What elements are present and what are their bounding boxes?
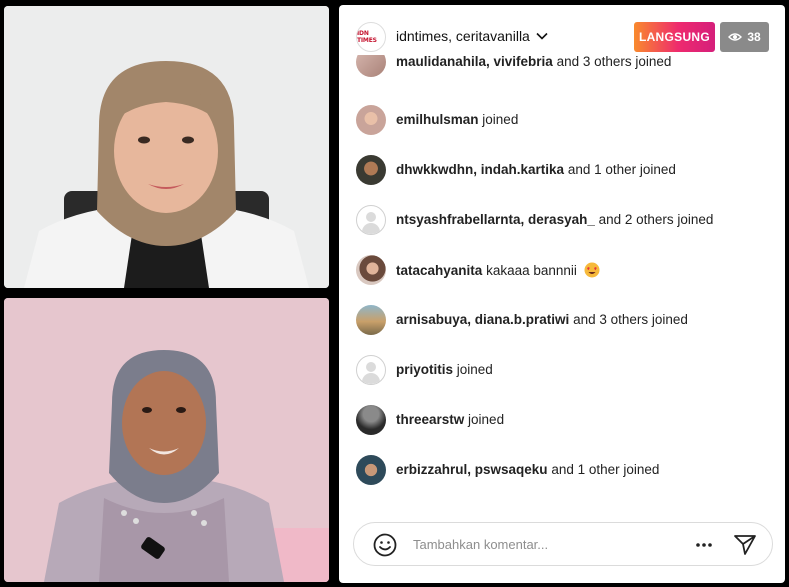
host-avatar[interactable]: IDN TIMES: [356, 22, 386, 52]
more-options-icon[interactable]: [694, 536, 714, 554]
eye-icon: [728, 33, 743, 41]
comment-input[interactable]: Tambahkan komentar...: [413, 537, 548, 552]
comment-text: joined: [456, 362, 493, 377]
list-item: ntsyashfrabellarnta, derasyah_ and 2 oth…: [339, 205, 785, 245]
live-badge: LANGSUNG: [634, 22, 715, 52]
host-video-image: [4, 6, 329, 288]
send-icon[interactable]: [732, 532, 758, 558]
comment-user[interactable]: tatacahyanita: [396, 263, 482, 278]
guest-video-image: [4, 298, 329, 582]
list-item: tatacahyanita kakaaa bannnii: [339, 255, 785, 295]
list-item: emilhulsman joined: [339, 105, 785, 145]
comment-user[interactable]: priyotitis: [396, 362, 453, 377]
viewer-count-badge[interactable]: 38: [720, 22, 769, 52]
user-avatar[interactable]: [356, 405, 386, 435]
emoji-picker-icon[interactable]: [373, 533, 397, 557]
guest-video-tile: [4, 298, 329, 582]
comment-text: joined: [468, 412, 505, 427]
list-item: erbizzahrul, pswsaqeku and 1 other joine…: [339, 455, 785, 495]
list-item: priyotitis joined: [339, 355, 785, 395]
comment-text: and 1 other joined: [567, 162, 676, 177]
list-item: dhwkkwdhn, indah.kartika and 1 other joi…: [339, 155, 785, 195]
comment-text: and 2 others joined: [598, 212, 714, 227]
list-item: threearstw joined: [339, 405, 785, 445]
chevron-down-icon[interactable]: [535, 29, 549, 43]
list-item: maulidanahila, vivifebria and 3 others j…: [339, 55, 785, 87]
viewer-count: 38: [747, 30, 761, 44]
comment-user[interactable]: dhwkkwdhn, indah.kartika: [396, 162, 564, 177]
user-avatar[interactable]: [356, 355, 386, 385]
user-avatar[interactable]: [356, 255, 386, 285]
list-item: arnisabuya, diana.b.pratiwi and 3 others…: [339, 305, 785, 345]
heart-eyes-emoji-icon: [584, 262, 600, 278]
comment-text: and 3 others joined: [556, 55, 672, 69]
comment-text: joined: [482, 112, 519, 127]
comment-user[interactable]: arnisabuya, diana.b.pratiwi: [396, 312, 569, 327]
live-comments-panel: IDN TIMES idntimes, ceritavanilla LANGSU…: [339, 5, 785, 583]
comment-user[interactable]: ntsyashfrabellarnta, derasyah_: [396, 212, 595, 227]
comment-feed[interactable]: maulidanahila, vivifebria and 3 others j…: [339, 55, 785, 507]
comment-user[interactable]: emilhulsman: [396, 112, 479, 127]
user-avatar[interactable]: [356, 155, 386, 185]
user-avatar[interactable]: [356, 205, 386, 235]
user-avatar[interactable]: [356, 55, 386, 77]
comment-user[interactable]: maulidanahila, vivifebria: [396, 55, 553, 69]
comment-text: and 1 other joined: [551, 462, 660, 477]
comment-user[interactable]: erbizzahrul, pswsaqeku: [396, 462, 548, 477]
host-video-tile: [4, 6, 329, 288]
host-logo-text: IDN TIMES: [357, 30, 377, 44]
host-names[interactable]: idntimes, ceritavanilla: [396, 28, 530, 44]
comment-text: kakaaa bannnii: [486, 263, 577, 278]
comment-user[interactable]: threearstw: [396, 412, 464, 427]
comment-text: and 3 others joined: [573, 312, 688, 327]
user-avatar[interactable]: [356, 305, 386, 335]
user-avatar[interactable]: [356, 455, 386, 485]
user-avatar[interactable]: [356, 105, 386, 135]
comment-composer[interactable]: Tambahkan komentar...: [353, 522, 773, 566]
